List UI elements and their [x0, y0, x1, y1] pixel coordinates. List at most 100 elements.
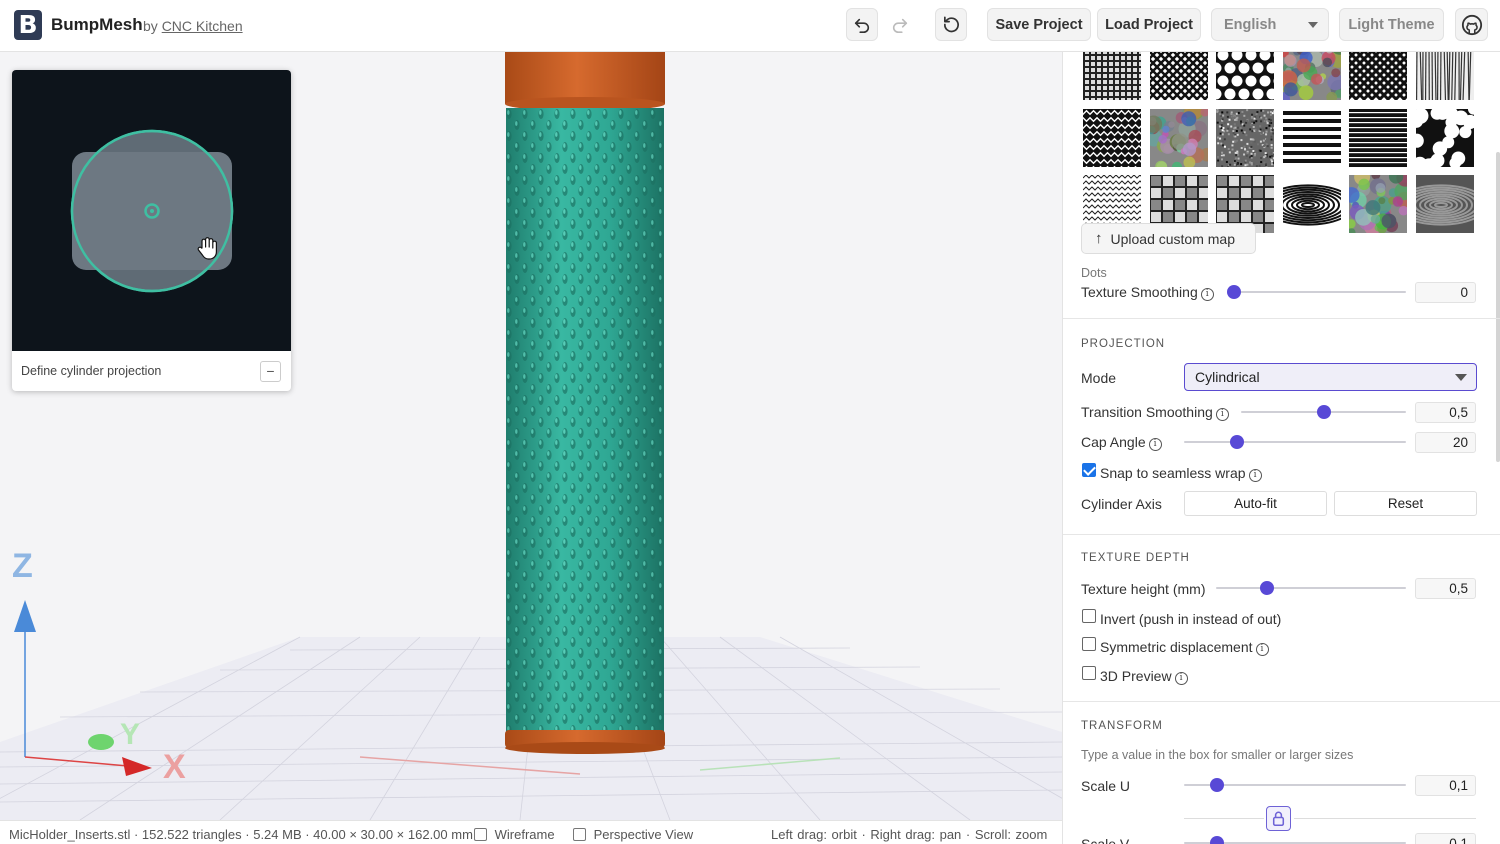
texture-height-label: Texture height (mm) — [1081, 581, 1206, 597]
info-icon: i — [1255, 643, 1269, 656]
perspective-checkbox[interactable] — [573, 828, 586, 841]
texture-tile-diamond-knurl[interactable] — [1149, 52, 1208, 100]
texture-tile-stripes[interactable] — [1282, 108, 1341, 167]
texture-smoothing-input[interactable]: 0 — [1415, 282, 1476, 303]
redo-icon — [892, 18, 908, 33]
slider-thumb[interactable] — [1260, 581, 1275, 595]
projection-mode-value: Cylindrical — [1195, 369, 1260, 385]
reset-icon — [943, 16, 959, 33]
perspective-toggle[interactable]: Perspective View — [573, 827, 693, 842]
settings-panel: ↑ Upload custom map Dots Texture Smoothi… — [1062, 52, 1500, 844]
reset-axis-button[interactable]: Reset — [1334, 491, 1477, 516]
scale-v-input[interactable]: 0,1 — [1415, 833, 1476, 844]
scale-u-slider[interactable] — [1184, 778, 1406, 792]
slider-thumb[interactable] — [1210, 836, 1225, 844]
file-info: MicHolder_Inserts.stl · 152.522 triangle… — [9, 827, 473, 842]
3d-preview-label: 3D Preview i — [1100, 668, 1188, 685]
lock-line-left — [1184, 818, 1264, 819]
slider-thumb[interactable] — [1210, 778, 1225, 792]
texture-tile-wood[interactable] — [1282, 175, 1341, 233]
texture-height-slider[interactable] — [1216, 581, 1406, 595]
undo-icon — [854, 18, 870, 33]
save-project-button[interactable]: Save Project — [987, 8, 1091, 41]
cap-angle-input[interactable]: 20 — [1415, 432, 1476, 453]
perspective-label: Perspective View — [593, 827, 694, 842]
projection-canvas[interactable] — [12, 70, 291, 351]
transition-smoothing-input[interactable]: 0,5 — [1415, 402, 1476, 423]
navigation-hints: Left drag: orbit · Right drag: pan · Scr… — [771, 827, 1048, 842]
redo-button[interactable] — [884, 8, 916, 41]
texture-tile-voronoi[interactable] — [1415, 108, 1474, 167]
slider-thumb[interactable] — [1227, 285, 1241, 299]
snap-seamless-label: Snap to seamless wrap i — [1100, 465, 1262, 482]
texture-height-input[interactable]: 0,5 — [1415, 578, 1476, 599]
texture-tile-crosshatch[interactable] — [1349, 52, 1407, 100]
wireframe-checkbox[interactable] — [474, 828, 487, 841]
load-project-button[interactable]: Load Project — [1097, 8, 1201, 41]
lock-icon — [1272, 811, 1285, 826]
projection-preview — [70, 129, 234, 293]
texture-tile-grain[interactable] — [1216, 108, 1274, 167]
slider-thumb[interactable] — [1316, 405, 1331, 419]
chevron-down-icon — [1308, 22, 1318, 28]
model-cylinder[interactable] — [505, 52, 665, 754]
github-button[interactable] — [1455, 8, 1488, 41]
3d-viewport[interactable]: Z Y X Define cylinder projection − — [0, 52, 1062, 820]
3d-preview-checkbox[interactable] — [1082, 666, 1096, 680]
status-bar: MicHolder_Inserts.stl · 152.522 triangle… — [0, 820, 1062, 844]
language-select[interactable]: English — [1211, 8, 1329, 41]
symmetric-checkbox[interactable] — [1082, 637, 1096, 651]
z-axis-label: Z — [12, 547, 33, 585]
transition-smoothing-slider[interactable] — [1241, 405, 1406, 419]
reset-view-button[interactable] — [935, 8, 967, 41]
panel-scrollbar[interactable] — [1496, 152, 1500, 462]
texture-tile-dense-stripes[interactable] — [1349, 108, 1407, 167]
texture-tile-bumps[interactable] — [1149, 108, 1208, 167]
info-icon: i — [1200, 288, 1214, 301]
invert-checkbox[interactable] — [1082, 609, 1096, 623]
texture-tile-brushed[interactable] — [1349, 175, 1407, 233]
transition-smoothing-label: Transition Smoothing i — [1081, 404, 1229, 421]
slider-thumb[interactable] — [1230, 435, 1245, 449]
author-link[interactable]: CNC Kitchen — [162, 18, 243, 34]
top-bar: B BumpMesh by CNC Kitchen Save Project L… — [0, 0, 1500, 52]
texture-tile-stones[interactable] — [1282, 52, 1341, 100]
app-logo: B — [14, 10, 42, 40]
theme-toggle-button[interactable]: Light Theme — [1339, 8, 1444, 41]
lock-line-right — [1294, 818, 1476, 819]
mode-label: Mode — [1081, 370, 1117, 386]
texture-tile-wood-dark[interactable] — [1415, 175, 1474, 233]
wireframe-toggle[interactable]: Wireframe — [474, 827, 555, 842]
snap-seamless-checkbox[interactable] — [1082, 463, 1096, 477]
info-icon: i — [1215, 408, 1229, 421]
lock-scale-button[interactable] — [1266, 806, 1291, 831]
section-divider — [1063, 318, 1500, 319]
language-value: English — [1224, 16, 1277, 33]
minimize-button[interactable]: − — [260, 361, 281, 382]
undo-button[interactable] — [846, 8, 878, 41]
cap-angle-label: Cap Angle i — [1081, 434, 1162, 451]
arrow-up-icon: ↑ — [1095, 230, 1103, 247]
upload-custom-map-button[interactable]: ↑ Upload custom map — [1081, 223, 1256, 254]
y-axis-label: Y — [120, 718, 140, 751]
section-divider — [1063, 701, 1500, 702]
scale-u-input[interactable]: 0,1 — [1415, 775, 1476, 796]
projection-mode-select[interactable]: Cylindrical — [1184, 363, 1477, 391]
texture-tile-hexagons[interactable] — [1216, 52, 1274, 100]
texture-tile-noise-lines[interactable] — [1415, 52, 1474, 100]
cap-angle-slider[interactable] — [1184, 435, 1406, 449]
scale-u-label: Scale U — [1081, 778, 1131, 794]
scale-v-label: Scale V — [1081, 836, 1130, 844]
chevron-down-icon — [1455, 374, 1467, 381]
info-icon: i — [1174, 672, 1188, 685]
texture-tile-dots[interactable] — [1083, 108, 1141, 167]
texture-smoothing-label: Texture Smoothing i — [1081, 284, 1214, 301]
texture-tile-grid[interactable] — [1083, 52, 1141, 100]
texture-depth-section-title: TEXTURE DEPTH — [1081, 552, 1190, 564]
projection-card: Define cylinder projection − — [12, 70, 291, 391]
scale-v-slider[interactable] — [1184, 836, 1406, 844]
projection-card-label: Define cylinder projection — [21, 364, 162, 378]
cylinder-axis-label: Cylinder Axis — [1081, 496, 1162, 512]
auto-fit-button[interactable]: Auto-fit — [1184, 491, 1327, 516]
texture-smoothing-slider[interactable] — [1227, 285, 1406, 299]
